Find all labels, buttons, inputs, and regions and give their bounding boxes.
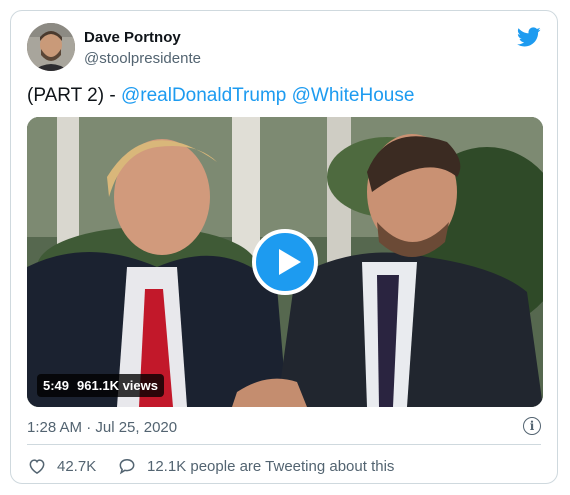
twitter-bird-icon[interactable] bbox=[517, 25, 541, 49]
tweet-text: (PART 2) - @realDonaldTrump @WhiteHouse bbox=[27, 85, 414, 107]
info-icon[interactable]: i bbox=[523, 417, 541, 435]
avatar[interactable] bbox=[27, 23, 75, 71]
video-player[interactable]: 5:49 961.1K views bbox=[27, 117, 543, 407]
mention-whitehouse[interactable]: @WhiteHouse bbox=[292, 85, 415, 106]
tweet-text-prefix: (PART 2) - bbox=[27, 85, 121, 106]
conversation-button[interactable]: 12.1K people are Tweeting about this bbox=[117, 456, 394, 476]
tweet-actions: 42.7K 12.1K people are Tweeting about th… bbox=[27, 456, 541, 478]
like-count: 42.7K bbox=[57, 457, 97, 475]
tweet-timestamp[interactable]: 1:28 AM · Jul 25, 2020 bbox=[27, 419, 177, 436]
avatar-photo bbox=[27, 23, 75, 71]
video-stats-badge: 5:49 961.1K views bbox=[37, 374, 164, 397]
like-button[interactable]: 42.7K bbox=[27, 456, 96, 476]
speech-bubble-icon bbox=[119, 458, 135, 475]
video-duration: 5:49 bbox=[43, 378, 70, 393]
conversation-text: 12.1K people are Tweeting about this bbox=[147, 457, 395, 475]
author-name[interactable]: Dave Portnoy bbox=[84, 29, 181, 46]
divider bbox=[27, 444, 541, 445]
tweet-card[interactable]: Dave Portnoy @stoolpresidente (PART 2) -… bbox=[10, 10, 558, 484]
heart-icon bbox=[29, 459, 45, 474]
video-views: 961.1K views bbox=[77, 378, 158, 393]
mention-realdonaldtrump[interactable]: @realDonaldTrump bbox=[121, 85, 286, 106]
play-button[interactable] bbox=[252, 229, 318, 295]
author-handle[interactable]: @stoolpresidente bbox=[84, 50, 201, 67]
